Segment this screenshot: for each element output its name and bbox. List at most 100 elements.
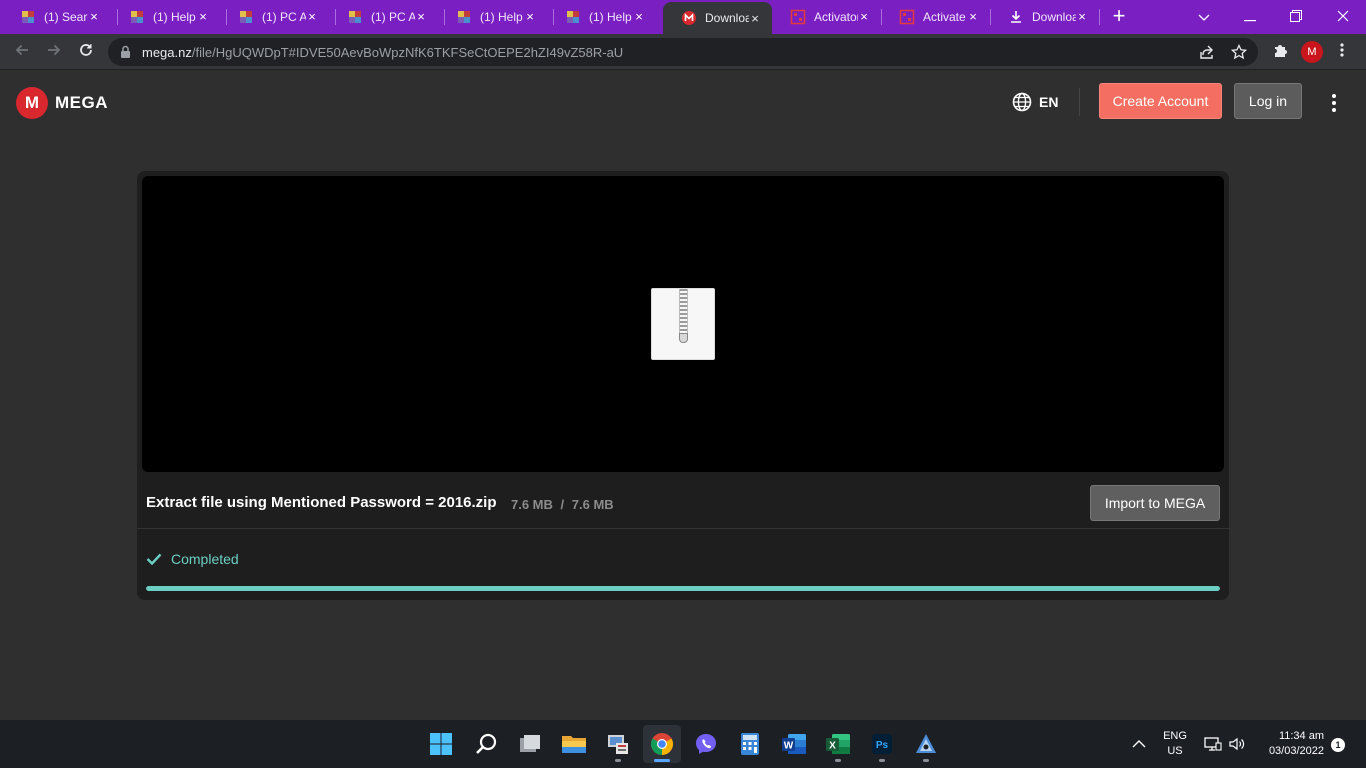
control-panel-icon bbox=[608, 735, 628, 754]
file-explorer-icon bbox=[562, 736, 586, 753]
close-icon[interactable]: × bbox=[966, 9, 980, 24]
winrar-icon bbox=[20, 9, 36, 25]
puzzle-icon bbox=[1272, 42, 1288, 63]
taskbar-calculator[interactable] bbox=[731, 725, 769, 763]
taskbar-word[interactable]: W bbox=[775, 725, 813, 763]
taskbar-control-panel[interactable] bbox=[599, 725, 637, 763]
chrome-icon bbox=[651, 733, 673, 755]
browser-tab[interactable]: (1) PC App × bbox=[329, 0, 438, 34]
taskbar-viber[interactable] bbox=[687, 725, 725, 763]
bookmark-star-icon[interactable] bbox=[1230, 43, 1248, 61]
close-icon[interactable]: × bbox=[523, 9, 537, 24]
close-icon[interactable]: × bbox=[414, 9, 428, 24]
reload-icon bbox=[78, 42, 94, 63]
taskbar-start-button[interactable] bbox=[422, 725, 460, 763]
chevron-up-icon bbox=[1132, 740, 1146, 748]
taskbar-task-view[interactable] bbox=[511, 725, 549, 763]
taskbar-chrome[interactable] bbox=[643, 725, 681, 763]
lock-icon bbox=[120, 45, 131, 64]
browser-tab-active[interactable]: Download × bbox=[663, 2, 772, 34]
minimize-icon bbox=[1244, 10, 1256, 25]
clock-time: 11:34 am bbox=[1278, 730, 1324, 742]
arrow-right-icon bbox=[46, 42, 62, 63]
close-icon[interactable]: × bbox=[196, 9, 210, 24]
speaker-icon bbox=[1229, 737, 1245, 751]
winrar-icon bbox=[238, 9, 254, 25]
taskbar-file-explorer[interactable] bbox=[555, 725, 593, 763]
browser-tab[interactable]: (1) PC App × bbox=[220, 0, 329, 34]
word-letter: W bbox=[784, 741, 794, 752]
new-tab-button[interactable]: + bbox=[1108, 5, 1130, 28]
close-icon[interactable]: × bbox=[857, 9, 871, 24]
tab-label: (1) PC App bbox=[371, 10, 415, 24]
browser-tab[interactable]: Activate × bbox=[881, 0, 990, 34]
taskbar-photoshop[interactable]: Ps bbox=[863, 725, 901, 763]
active-indicator bbox=[654, 759, 670, 762]
extensions-button[interactable] bbox=[1268, 40, 1292, 64]
input-language[interactable]: ENG US bbox=[1160, 729, 1190, 759]
mega-logo[interactable]: M MEGA bbox=[16, 87, 108, 119]
taskbar-app[interactable] bbox=[907, 725, 945, 763]
network-status[interactable] bbox=[1204, 720, 1222, 768]
taskbar-search-button[interactable] bbox=[467, 725, 505, 763]
notification-badge[interactable]: 1 bbox=[1331, 738, 1345, 752]
language-selector[interactable]: EN bbox=[1012, 92, 1058, 112]
winrar-icon bbox=[347, 9, 363, 25]
file-size: 7.6 MB / 7.6 MB bbox=[511, 497, 614, 512]
checkmark-icon bbox=[146, 553, 162, 565]
taskbar-excel[interactable]: X bbox=[819, 725, 857, 763]
close-icon[interactable]: × bbox=[748, 11, 762, 26]
running-indicator bbox=[923, 759, 929, 762]
tab-label: Activate bbox=[923, 10, 966, 24]
share-icon[interactable] bbox=[1198, 43, 1216, 61]
show-hidden-icons[interactable] bbox=[1132, 720, 1146, 768]
login-button[interactable]: Log in bbox=[1234, 83, 1302, 119]
mega-logo-mark: M bbox=[16, 87, 48, 119]
close-icon[interactable]: × bbox=[305, 9, 319, 24]
close-window-button[interactable] bbox=[1320, 0, 1366, 34]
browser-tab[interactable]: (1) Help × bbox=[111, 0, 220, 34]
status-label: Completed bbox=[171, 551, 239, 567]
forward-button[interactable] bbox=[42, 40, 66, 64]
back-button[interactable] bbox=[10, 40, 34, 64]
create-account-button[interactable]: Create Account bbox=[1099, 83, 1222, 119]
mega-page: M MEGA EN Create Account Log in Extract … bbox=[0, 70, 1366, 720]
browser-tab[interactable]: (1) Search × bbox=[2, 0, 111, 34]
windows-start-icon bbox=[430, 733, 452, 755]
chevron-down-icon bbox=[1198, 10, 1210, 25]
word-icon: W bbox=[782, 734, 806, 754]
mega-logo-text: MEGA bbox=[55, 93, 108, 112]
close-icon[interactable]: × bbox=[632, 9, 646, 24]
url-path: /file/HgUQWDpT#IDVE50AevBoWpzNfK6TKFSeCt… bbox=[191, 45, 624, 60]
browser-tab[interactable]: (1) Help × bbox=[547, 0, 656, 34]
winrar-icon bbox=[565, 9, 581, 25]
browser-tab[interactable]: Activator × bbox=[772, 0, 881, 34]
download-status: Completed bbox=[146, 551, 239, 567]
close-icon[interactable]: × bbox=[87, 9, 101, 24]
url-host: mega.nz bbox=[142, 45, 192, 60]
import-to-mega-button[interactable]: Import to MEGA bbox=[1090, 485, 1220, 521]
volume-control[interactable] bbox=[1228, 720, 1246, 768]
browser-tab[interactable]: (1) Help × bbox=[438, 0, 547, 34]
zipper-graphic bbox=[679, 289, 688, 337]
restore-button[interactable] bbox=[1273, 0, 1319, 34]
calculator-icon bbox=[741, 733, 759, 755]
more-menu-icon[interactable] bbox=[1326, 94, 1342, 112]
browser-tab[interactable]: Download × bbox=[990, 0, 1099, 34]
header-divider bbox=[1079, 88, 1080, 116]
file-download-card: Extract file using Mentioned Password = … bbox=[137, 171, 1229, 600]
profile-avatar[interactable]: M bbox=[1301, 41, 1323, 63]
tab-search-button[interactable] bbox=[1181, 0, 1227, 34]
download-icon bbox=[1008, 9, 1024, 25]
download-progress-bar bbox=[146, 586, 1220, 591]
tab-divider bbox=[1099, 9, 1100, 25]
reload-button[interactable] bbox=[74, 40, 98, 64]
input-language-region: US bbox=[1167, 745, 1183, 757]
minimize-button[interactable] bbox=[1227, 0, 1273, 34]
address-bar[interactable]: mega.nz/file/HgUQWDpT#IDVE50AevBoWpzNfK6… bbox=[108, 38, 1258, 66]
running-indicator bbox=[615, 759, 621, 762]
tab-label: (1) Help bbox=[480, 10, 523, 24]
close-icon[interactable]: × bbox=[1075, 9, 1089, 24]
browser-menu-button[interactable] bbox=[1330, 40, 1354, 64]
system-clock[interactable]: 11:34 am 03/03/2022 bbox=[1252, 729, 1324, 759]
